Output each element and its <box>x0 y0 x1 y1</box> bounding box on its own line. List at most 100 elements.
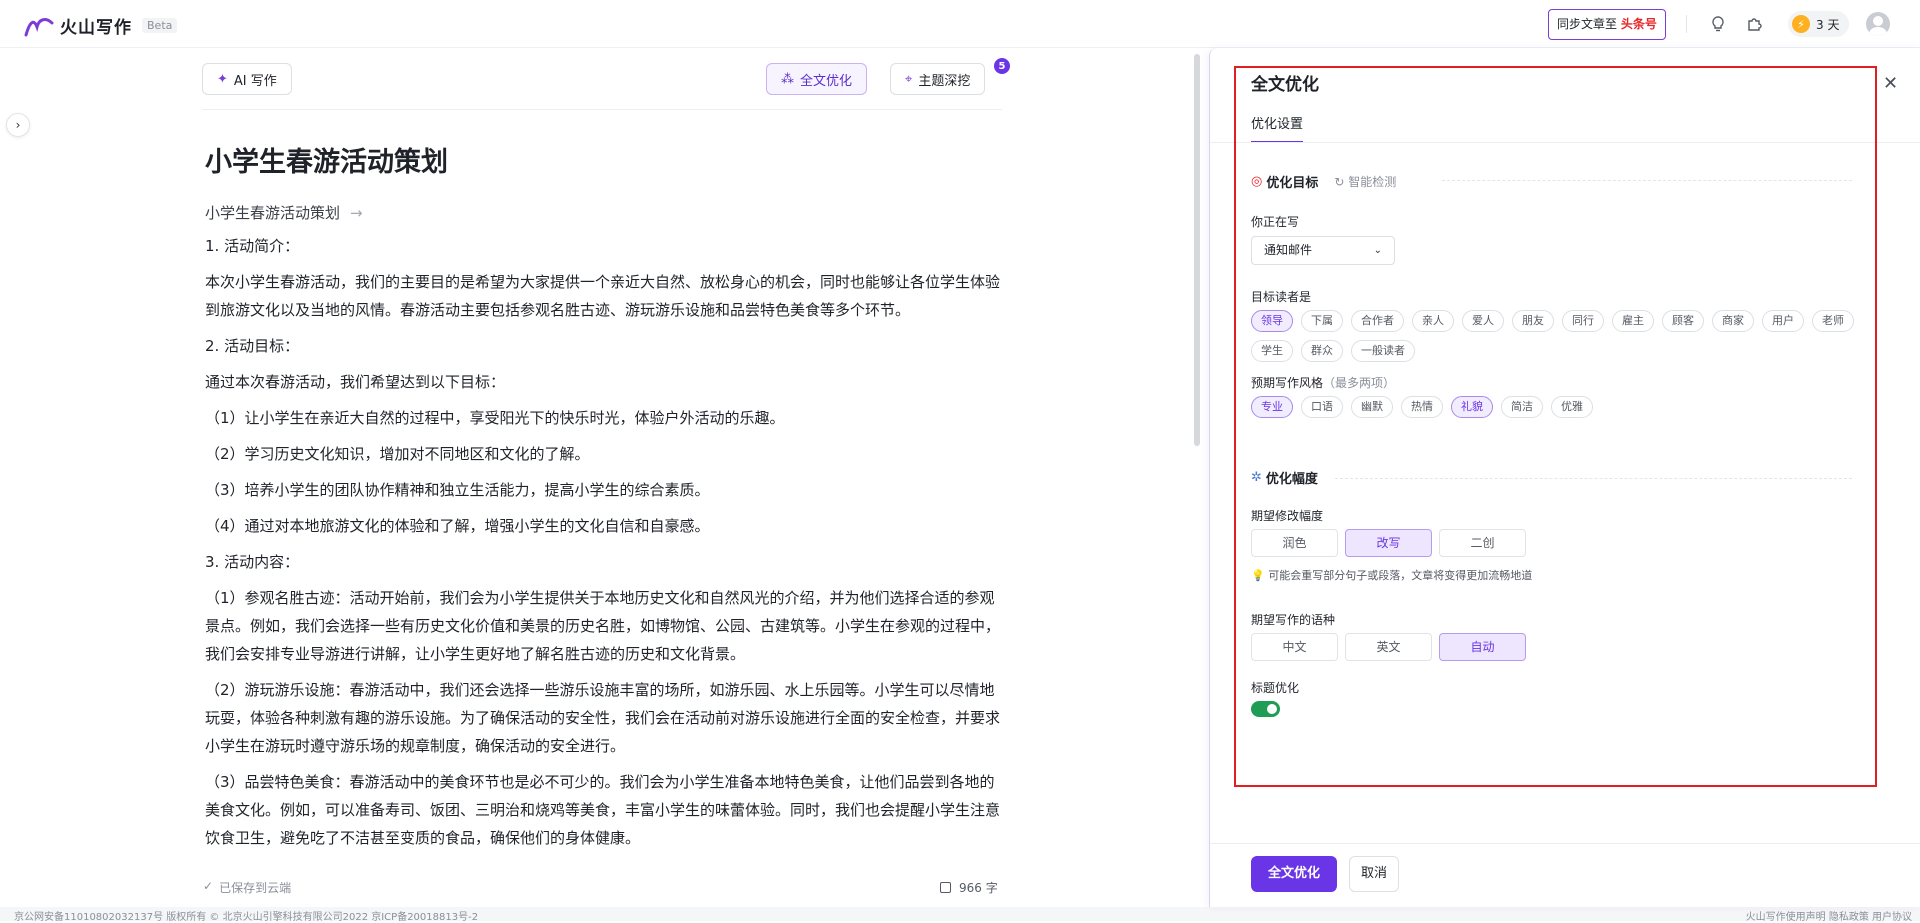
paragraph[interactable]: （2）游玩游乐设施：春游活动中，我们还会选择一些游乐设施丰富的场所，如游乐园、水… <box>205 676 1000 760</box>
paragraph[interactable]: 1. 活动简介： <box>205 232 1000 260</box>
smart-detect-label: 智能检测 <box>1348 175 1397 189</box>
paragraph[interactable]: （2）学习历史文化知识，增加对不同地区和文化的了解。 <box>205 440 1000 468</box>
reader-label: 目标读者是 <box>1251 290 1312 304</box>
lightning-coin-icon: ⚡ <box>1792 15 1810 33</box>
reader-chip[interactable]: 一般读者 <box>1351 340 1415 362</box>
user-avatar[interactable] <box>1866 12 1890 36</box>
reader-chip[interactable]: 爱人 <box>1462 310 1504 332</box>
paragraph[interactable]: 本次小学生春游活动，我们的主要目的是希望为大家提供一个亲近大自然、放松身心的机会… <box>205 268 1000 324</box>
cancel-button[interactable]: 取消 <box>1349 856 1399 892</box>
reader-chip[interactable]: 合作者 <box>1351 310 1404 332</box>
reader-chip[interactable]: 群众 <box>1301 340 1343 362</box>
title-opt-label: 标题优化 <box>1251 681 1300 695</box>
topic-count-badge: 5 <box>994 58 1010 74</box>
location-pin-icon: ⌖ <box>905 71 913 87</box>
panel-title: 全文优化 <box>1251 75 1319 95</box>
saved-text: 已保存到云端 <box>219 881 292 895</box>
expand-sidebar-button[interactable]: › <box>6 113 30 137</box>
style-label: 预期写作风格（最多两项） <box>1251 374 1395 391</box>
gear-icon: ✲ <box>1251 470 1262 485</box>
paragraph[interactable]: 2. 活动目标： <box>205 332 1000 360</box>
range-hint: 💡 可能会重写部分句子或段落，文章将变得更加流畅地道 <box>1251 567 1532 583</box>
lang-option[interactable]: 中文 <box>1251 633 1338 661</box>
ai-write-button[interactable]: ✦ AI 写作 <box>202 63 292 95</box>
paragraph[interactable]: 通过本次春游活动，我们希望达到以下目标： <box>205 368 1000 396</box>
range-option[interactable]: 润色 <box>1251 529 1338 557</box>
reader-chip[interactable]: 下属 <box>1301 310 1343 332</box>
reader-chip[interactable]: 亲人 <box>1412 310 1454 332</box>
reader-chip[interactable]: 同行 <box>1562 310 1604 332</box>
tab-divider <box>1210 142 1920 143</box>
reader-chip[interactable]: 领导 <box>1251 310 1293 332</box>
refresh-icon: ↻ <box>1334 175 1345 189</box>
target-icon: ◎ <box>1251 174 1263 189</box>
lang-option[interactable]: 英文 <box>1345 633 1432 661</box>
style-chip[interactable]: 口语 <box>1301 396 1343 418</box>
reader-chip[interactable]: 朋友 <box>1512 310 1554 332</box>
document-title[interactable]: 小学生春游活动策划 <box>205 130 1000 196</box>
writing-type-value: 通知邮件 <box>1264 243 1313 257</box>
tab-optimize-settings[interactable]: 优化设置 <box>1251 113 1304 143</box>
section-range-header: ✲ 优化幅度 <box>1251 468 1318 487</box>
paragraph[interactable]: （3）培养小学生的团队协作精神和独立生活能力，提高小学生的综合素质。 <box>205 476 1000 504</box>
reader-chip[interactable]: 学生 <box>1251 340 1293 362</box>
volcano-logo-icon <box>24 17 54 36</box>
range-option[interactable]: 二创 <box>1439 529 1526 557</box>
arrow-right-icon[interactable]: → <box>350 202 363 224</box>
editor-bottom-mask <box>0 868 1205 907</box>
section-range-title: 优化幅度 <box>1265 472 1318 487</box>
close-icon[interactable]: ✕ <box>1883 73 1898 94</box>
full-optimize-tool-button[interactable]: ⁂ 全文优化 <box>766 63 868 95</box>
editor-scrollbar[interactable] <box>1194 54 1200 446</box>
style-chip[interactable]: 简洁 <box>1501 396 1543 418</box>
lightbulb-icon[interactable] <box>1707 13 1729 35</box>
app-logo[interactable]: 火山写作 Beta <box>24 13 178 38</box>
title-optimize-toggle[interactable] <box>1251 701 1280 717</box>
lang-segments: 中文 英文 自动 <box>1251 633 1526 661</box>
paragraph[interactable]: （1）让小学生在亲近大自然的过程中，享受阳光下的快乐时光，体验户外活动的乐趣。 <box>205 404 1000 432</box>
style-chip[interactable]: 热情 <box>1401 396 1443 418</box>
reader-chips: 领导 下属 合作者 亲人 爱人 朋友 同行 雇主 顾客 商家 用户 老师 学生 … <box>1251 310 1871 362</box>
reader-chip[interactable]: 老师 <box>1812 310 1854 332</box>
reader-chip[interactable]: 雇主 <box>1612 310 1654 332</box>
style-chip[interactable]: 幽默 <box>1351 396 1393 418</box>
subtitle-text: 小学生春游活动策划 <box>205 204 341 222</box>
paragraph[interactable]: （1）参观名胜古迹：活动开始前，我们会为小学生提供关于本地历史文化和自然风光的介… <box>205 584 1000 668</box>
writing-type-select[interactable]: 通知邮件 ⌄ <box>1251 236 1395 265</box>
sync-article-button[interactable]: 同步文章至 头条号 <box>1548 9 1666 40</box>
copy-icon[interactable] <box>940 882 951 893</box>
lang-option[interactable]: 自动 <box>1439 633 1526 661</box>
reader-chip[interactable]: 商家 <box>1712 310 1754 332</box>
style-chip[interactable]: 优雅 <box>1551 396 1593 418</box>
reader-chip[interactable]: 用户 <box>1762 310 1804 332</box>
style-chip[interactable]: 礼貌 <box>1451 396 1493 418</box>
section-goal-header: ◎ 优化目标 ↻ 智能检测 <box>1251 172 1396 191</box>
range-hint-text: 可能会重写部分句子或段落，文章将变得更加流畅地道 <box>1268 569 1533 582</box>
topic-dig-button[interactable]: ⌖ 主题深挖 <box>890 63 986 95</box>
smart-detect-button[interactable]: ↻ 智能检测 <box>1334 173 1396 190</box>
paragraph[interactable]: （4）通过对本地旅游文化的体验和了解，增强小学生的文化自信和自豪感。 <box>205 512 1000 540</box>
document-subtitle[interactable]: 小学生春游活动策划 → <box>205 202 1000 224</box>
ai-write-label: AI 写作 <box>233 73 277 89</box>
reader-chip[interactable]: 顾客 <box>1662 310 1704 332</box>
credits-pill[interactable]: ⚡ 3 天 <box>1788 11 1850 37</box>
sparkle-icon: ✦ <box>217 71 228 87</box>
panel-footer-divider <box>1210 843 1920 844</box>
range-segments: 润色 改写 二创 <box>1251 529 1526 557</box>
full-optimize-submit-button[interactable]: 全文优化 <box>1251 856 1337 892</box>
sync-target: 头条号 <box>1620 17 1657 31</box>
sync-label: 同步文章至 <box>1557 17 1618 31</box>
app-name: 火山写作 <box>60 18 132 38</box>
topic-dig-label: 主题深挖 <box>918 73 971 89</box>
toolbar-divider <box>202 109 1002 110</box>
style-chip[interactable]: 专业 <box>1251 396 1293 418</box>
lang-label: 期望写作的语种 <box>1251 613 1336 627</box>
document-body[interactable]: 小学生春游活动策划 小学生春游活动策划 → 1. 活动简介： 本次小学生春游活动… <box>205 130 1000 852</box>
plugin-icon[interactable] <box>1743 13 1765 35</box>
range-option[interactable]: 改写 <box>1345 529 1432 557</box>
word-count: 966 字 <box>940 879 998 896</box>
topbar-divider <box>1686 15 1687 33</box>
paragraph[interactable]: 3. 活动内容： <box>205 548 1000 576</box>
beta-badge: Beta <box>142 18 178 33</box>
paragraph[interactable]: （3）品尝特色美食：春游活动中的美食环节也是必不可少的。我们会为小学生准备本地特… <box>205 768 1000 852</box>
